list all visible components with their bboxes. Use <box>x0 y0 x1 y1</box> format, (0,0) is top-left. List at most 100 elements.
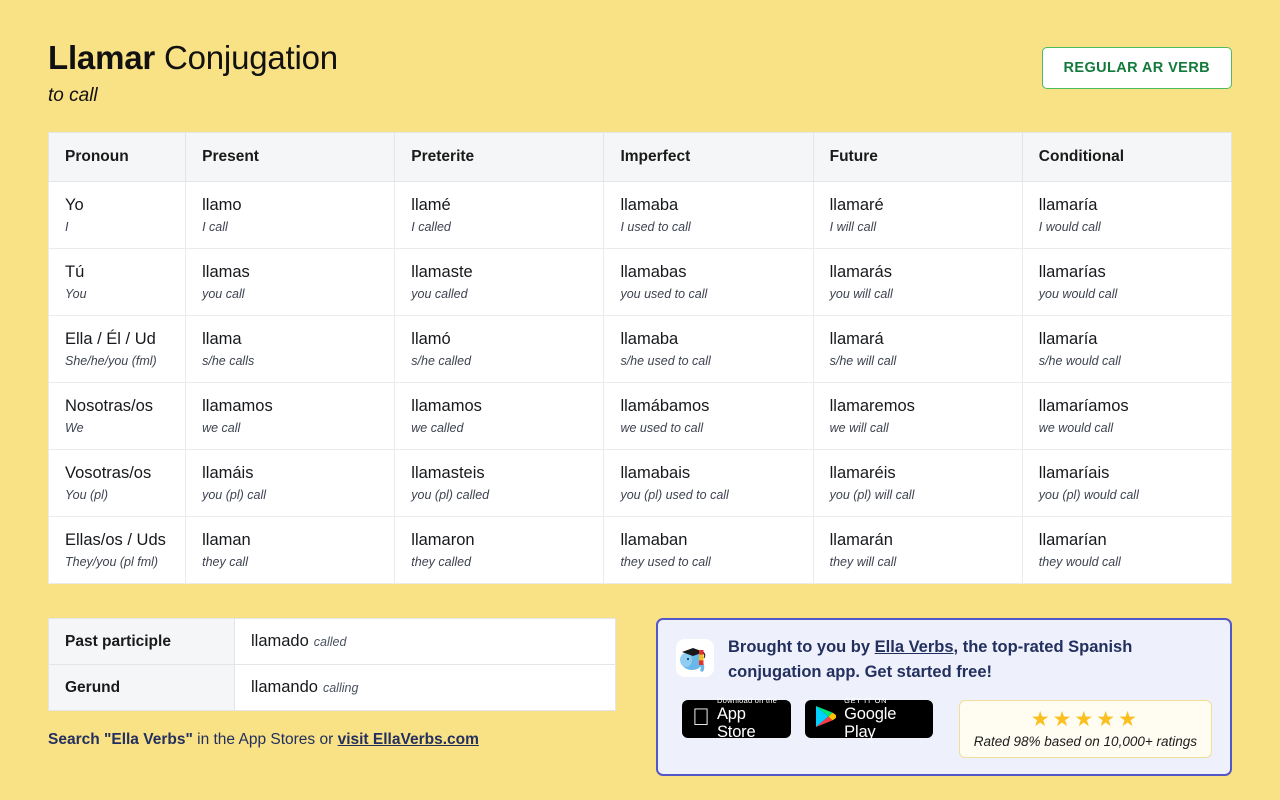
conjugation-page: Llamar Conjugation to call REGULAR AR VE… <box>0 0 1280 800</box>
conjugation-english: we would call <box>1039 420 1231 437</box>
conjugation-spanish: llamas <box>202 261 394 283</box>
table-row: Vosotras/osYou (pl)llamáisyou (pl) calll… <box>49 450 1232 517</box>
table-row: Nosotras/osWe llamamos we call llamamos we c… <box>49 383 1232 450</box>
apple-logo-icon:  <box>692 706 710 730</box>
conjugation-english: they called <box>411 554 603 571</box>
app-store-button[interactable]:  Download on the App Store <box>682 700 791 738</box>
conjugation-spanish: llamaremos <box>830 395 1022 417</box>
conjugation-english: you (pl) called <box>411 487 603 504</box>
pronoun-cell: Nosotras/osWe <box>49 383 186 450</box>
promo-box: Brought to you by Ella Verbs, the top-ra… <box>656 618 1232 776</box>
elephant-graduation-flag-icon <box>676 639 714 677</box>
form-row: Gerundllamandocalling <box>49 665 616 711</box>
conjugation-cell: llamabasyou used to call <box>604 249 813 316</box>
form-value-cell: llamandocalling <box>235 665 616 711</box>
ella-verbs-link[interactable]: Ella Verbs <box>875 638 954 656</box>
pronoun-english: They/you (pl fml) <box>65 554 185 571</box>
conjugation-table: Pronoun Present Preterite Imperfect Futu… <box>48 132 1232 584</box>
conjugation-cell: llamaría s/he would call <box>1022 316 1231 383</box>
conjugation-english: you will call <box>830 286 1022 303</box>
form-label: Past participle <box>49 619 235 665</box>
promo-bottom:  Download on the App Store <box>676 700 1212 758</box>
title-block: Llamar Conjugation to call <box>48 38 338 107</box>
conjugation-cell: llamaréI will call <box>813 182 1022 249</box>
conjugation-spanish: llamarás <box>830 261 1022 283</box>
pronoun-english: We <box>65 420 185 437</box>
pronoun-cell: Ellas/os / Uds They/you (pl fml) <box>49 517 186 584</box>
app-store-small-label: Download on the <box>717 697 780 705</box>
form-english: called <box>314 635 347 649</box>
column-header-conditional: Conditional <box>1022 133 1231 182</box>
form-value-cell: llamado called <box>235 619 616 665</box>
form-spanish: llamado <box>251 632 309 650</box>
conjugation-english: they call <box>202 554 394 571</box>
conjugation-spanish: llaman <box>202 529 394 551</box>
pronoun-cell: YoI <box>49 182 186 249</box>
conjugation-english: we call <box>202 420 394 437</box>
conjugation-spanish: llamaste <box>411 261 603 283</box>
conjugation-cell: llamarás you will call <box>813 249 1022 316</box>
conjugation-english: s/he will call <box>830 353 1022 370</box>
app-store-big-label: App Store <box>717 705 780 741</box>
conjugation-cell: llamabaisyou (pl) used to call <box>604 450 813 517</box>
search-instruction-middle: in the App Stores or <box>193 731 338 748</box>
conjugation-english: you (pl) will call <box>830 487 1022 504</box>
conjugation-spanish: llama <box>202 328 394 350</box>
conjugation-spanish: llamamos <box>411 395 603 417</box>
search-instruction: Search "Ella Verbs" in the App Stores or… <box>48 729 616 751</box>
ellaverbs-website-link[interactable]: visit EllaVerbs.com <box>338 731 479 748</box>
pronoun-spanish: Ellas/os / Uds <box>65 529 185 551</box>
conjugation-english: we called <box>411 420 603 437</box>
conjugation-spanish: llamo <box>202 194 394 216</box>
conjugation-cell: llamaríasyou would call <box>1022 249 1231 316</box>
conjugation-spanish: llamé <box>411 194 603 216</box>
conjugation-cell: llamábamoswe used to call <box>604 383 813 450</box>
conjugation-cell: llamasyou call <box>186 249 395 316</box>
column-header-preterite: Preterite <box>395 133 604 182</box>
verb-translation: to call <box>48 85 338 107</box>
table-row: Ella / Él / UdShe/he/you (fml) llama s/he … <box>49 316 1232 383</box>
pronoun-english: You <box>65 286 185 303</box>
pronoun-spanish: Ella / Él / Ud <box>65 328 185 350</box>
pronoun-cell: Ella / Él / UdShe/he/you (fml) <box>49 316 186 383</box>
conjugation-english: I would call <box>1039 219 1231 236</box>
conjugation-english: s/he calls <box>202 353 394 370</box>
conjugation-english: s/he would call <box>1039 353 1231 370</box>
conjugation-spanish: llamarían <box>1039 529 1231 551</box>
page-title-suffix: Conjugation <box>155 39 338 76</box>
google-play-big-label: Google Play <box>844 705 922 741</box>
conjugation-english: you (pl) call <box>202 487 394 504</box>
conjugation-english: they used to call <box>620 554 812 571</box>
conjugation-english: we will call <box>830 420 1022 437</box>
conjugation-cell: llamaréisyou (pl) will call <box>813 450 1022 517</box>
conjugation-cell: llaman they call <box>186 517 395 584</box>
conjugation-spanish: llamaría <box>1039 328 1231 350</box>
conjugation-english: you (pl) would call <box>1039 487 1231 504</box>
conjugation-english: I will call <box>830 219 1022 236</box>
conjugation-english: they would call <box>1039 554 1231 571</box>
conjugation-spanish: llamaríamos <box>1039 395 1231 417</box>
conjugation-spanish: llamamos <box>202 395 394 417</box>
conjugation-english: I call <box>202 219 394 236</box>
conjugation-cell: llamasteisyou (pl) called <box>395 450 604 517</box>
promo-text: Brought to you by Ella Verbs, the top-ra… <box>728 635 1212 685</box>
conjugation-spanish: llamaban <box>620 529 812 551</box>
pronoun-cell: Vosotras/osYou (pl) <box>49 450 186 517</box>
pronoun-spanish: Tú <box>65 261 185 283</box>
conjugation-spanish: llamaron <box>411 529 603 551</box>
column-header-present: Present <box>186 133 395 182</box>
google-play-button[interactable]: GET IT ON Google Play <box>805 700 933 738</box>
star-rating-icon: ★★★★★ <box>974 708 1197 732</box>
conjugation-spanish: llamó <box>411 328 603 350</box>
conjugation-cell: llamáisyou (pl) call <box>186 450 395 517</box>
pronoun-cell: Tú You <box>49 249 186 316</box>
conjugation-cell: llamaríamos we would call <box>1022 383 1231 450</box>
conjugation-spanish: llamábamos <box>620 395 812 417</box>
form-row: Past participle llamado called <box>49 619 616 665</box>
conjugation-cell: llamaron they called <box>395 517 604 584</box>
conjugation-spanish: llamarán <box>830 529 1022 551</box>
bottom-section: Past participle llamado called Gerundllaman… <box>48 618 1232 776</box>
conjugation-spanish: llamaría <box>1039 194 1231 216</box>
conjugation-english: s/he called <box>411 353 603 370</box>
pronoun-english: I <box>65 219 185 236</box>
